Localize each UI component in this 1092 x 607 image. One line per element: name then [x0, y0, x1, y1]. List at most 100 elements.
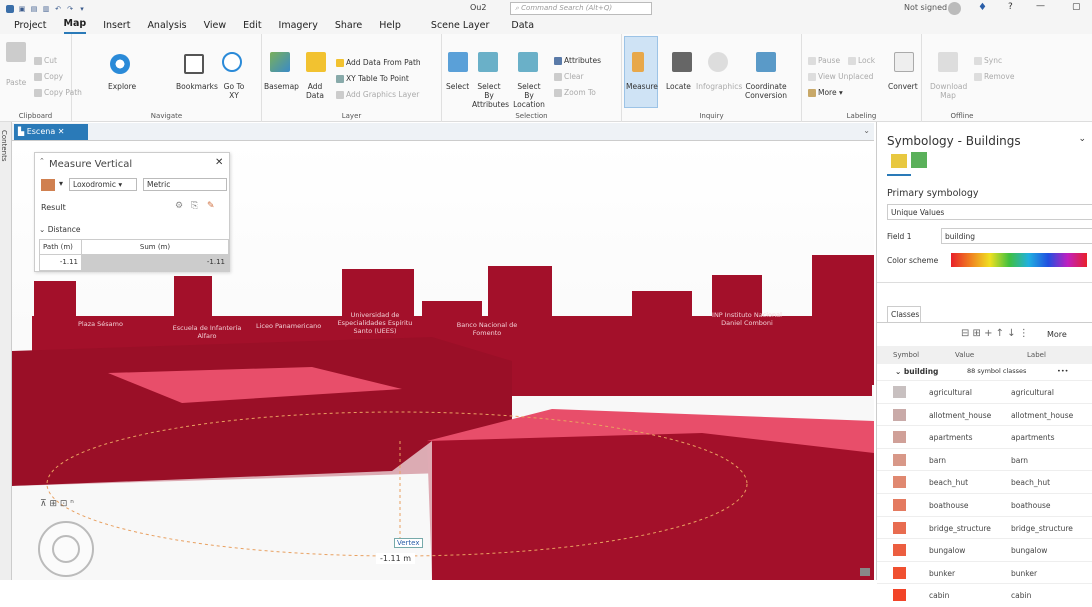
more-button[interactable]: More [1047, 330, 1067, 339]
list-item[interactable]: beach_hut beach_hut [877, 470, 1092, 494]
tab-scene-layer[interactable]: Scene Layer [431, 20, 489, 34]
list-item[interactable]: bunker bunker [877, 560, 1092, 585]
tab-analysis[interactable]: Analysis [147, 20, 186, 34]
open-project-icon[interactable]: ▤ [30, 5, 38, 13]
close-icon[interactable]: ✕ [215, 157, 223, 168]
undo-icon[interactable]: ↶ [54, 5, 62, 13]
class-symbol-swatch[interactable] [893, 521, 906, 534]
measure-button[interactable]: Measure [626, 82, 658, 91]
sync-button[interactable]: Sync [974, 56, 1002, 65]
add-graphics-layer-button[interactable]: Add Graphics Layer [336, 90, 419, 99]
customize-quick-access-icon[interactable]: ▾ [78, 5, 86, 13]
class-label[interactable]: boathouse [1011, 501, 1051, 510]
class-symbol-swatch[interactable] [893, 386, 906, 398]
save-icon[interactable]: ▥ [42, 5, 50, 13]
more-options-icon[interactable]: ••• [1057, 367, 1069, 375]
vary-symbology-icon[interactable] [911, 152, 927, 168]
measure-units-select[interactable]: Metric [143, 178, 227, 191]
color-scheme-select[interactable] [951, 253, 1087, 267]
class-label[interactable]: bridge_structure [1011, 524, 1073, 533]
class-symbol-swatch[interactable] [893, 566, 906, 579]
class-symbol-swatch[interactable] [893, 453, 906, 466]
remove-offline-button[interactable]: Remove [974, 72, 1014, 81]
list-item[interactable]: agricultural agricultural [877, 380, 1092, 404]
list-item[interactable]: boathouse boathouse [877, 493, 1092, 517]
maximize-button[interactable]: ▢ [1072, 2, 1081, 12]
bookmarks-button[interactable]: Bookmarks [176, 82, 218, 91]
copy-button[interactable]: Copy [34, 72, 63, 81]
download-map-button[interactable]: Download Map [930, 82, 967, 100]
contents-tab-label[interactable]: Contents [0, 130, 8, 162]
redo-icon[interactable]: ↷ [66, 5, 74, 13]
class-label[interactable]: agricultural [1011, 388, 1054, 397]
tab-project[interactable]: Project [14, 20, 47, 34]
cut-button[interactable]: Cut [34, 56, 57, 65]
navigator-compass[interactable] [38, 521, 94, 577]
goto-xy-button[interactable]: Go To XY [222, 82, 246, 100]
avatar[interactable] [948, 2, 961, 15]
tab-imagery[interactable]: Imagery [279, 20, 318, 34]
lock-labels-button[interactable]: Lock [848, 56, 875, 65]
infographics-button[interactable]: Infographics [696, 82, 742, 91]
tab-help[interactable]: Help [379, 20, 401, 34]
class-symbol-swatch[interactable] [893, 499, 906, 511]
class-label[interactable]: apartments [1011, 433, 1055, 442]
list-item[interactable]: cabin cabin [877, 583, 1092, 607]
list-item[interactable]: barn barn [877, 447, 1092, 472]
select-by-attributes-button[interactable]: Select By Attributes [472, 82, 509, 109]
collapse-icon[interactable]: ⌃ [39, 157, 45, 165]
copy-icon[interactable]: ⎘ [191, 201, 198, 211]
add-data-button[interactable]: Add Data [302, 82, 328, 100]
help-icon[interactable]: ? [1008, 2, 1013, 12]
select-button[interactable]: Select [446, 82, 469, 91]
close-icon[interactable]: ✕ [58, 127, 65, 136]
chevron-down-icon[interactable]: ⌄ [1078, 134, 1086, 144]
list-item[interactable]: apartments apartments [877, 425, 1092, 449]
list-item[interactable]: allotment_house allotment_house [877, 402, 1092, 427]
chevron-down-icon[interactable]: ⌄ [863, 126, 870, 135]
class-label[interactable]: allotment_house [1011, 411, 1073, 420]
classes-toolbar[interactable]: ⊟ ⊞ + ↑ ↓ ⋮ [961, 328, 1029, 339]
settings-icon[interactable]: ⚙ [175, 201, 183, 211]
list-item[interactable]: bungalow bungalow [877, 538, 1092, 562]
tab-map[interactable]: Map [63, 18, 87, 34]
tab-data[interactable]: Data [511, 20, 534, 34]
locate-button[interactable]: Locate [666, 82, 691, 91]
minimize-button[interactable]: — [1036, 1, 1045, 11]
clear-selection-button[interactable]: Clear [554, 72, 584, 81]
measure-mode-icon[interactable] [41, 179, 55, 191]
basemap-button[interactable]: Basemap [264, 82, 299, 91]
measure-mode-select[interactable]: Loxodromic ▾ [69, 178, 137, 191]
class-group-row[interactable]: ⌄ building 88 symbol classes ••• [877, 364, 1092, 380]
symbology-method-select[interactable]: Unique Values [887, 204, 1092, 220]
primary-symbology-icon[interactable] [891, 154, 907, 168]
pause-labeling-button[interactable]: Pause [808, 56, 840, 65]
class-label[interactable]: barn [1011, 456, 1028, 465]
tab-edit[interactable]: Edit [243, 20, 261, 34]
class-symbol-swatch[interactable] [893, 544, 906, 557]
clear-icon[interactable]: ✎ [207, 201, 215, 211]
distance-header[interactable]: ⌄ Distance [39, 225, 80, 234]
list-item[interactable]: bridge_structure bridge_structure [877, 515, 1092, 540]
contents-pane-collapsed[interactable]: Contents [0, 122, 12, 580]
new-project-icon[interactable]: ▣ [18, 5, 26, 13]
view-unplaced-button[interactable]: View Unplaced [808, 72, 873, 81]
class-label[interactable]: bunker [1011, 569, 1037, 578]
chevron-down-icon[interactable]: ▾ [59, 179, 63, 188]
coordinate-conversion-button[interactable]: Coordinate Conversion [742, 82, 790, 100]
notification-icon[interactable]: ♦ [978, 2, 987, 13]
zoom-to-selection-button[interactable]: Zoom To [554, 88, 596, 97]
scene-corner-icon[interactable] [860, 568, 870, 576]
tab-share[interactable]: Share [335, 20, 362, 34]
navigator-toggle-buttons[interactable]: ⊼ ⊞ ⊡ ⁿ [40, 499, 74, 509]
select-by-location-button[interactable]: Select By Location [512, 82, 546, 109]
class-label[interactable]: bungalow [1011, 546, 1047, 555]
xy-table-to-point-button[interactable]: XY Table To Point [336, 74, 409, 83]
tab-classes[interactable]: Classes [887, 306, 921, 322]
class-symbol-swatch[interactable] [893, 431, 906, 444]
attributes-button[interactable]: Attributes [554, 56, 601, 65]
add-data-from-path-button[interactable]: Add Data From Path [336, 58, 421, 67]
explore-button[interactable]: Explore [108, 82, 136, 91]
paste-button[interactable]: Paste [6, 78, 26, 87]
class-label[interactable]: cabin [1011, 591, 1031, 600]
